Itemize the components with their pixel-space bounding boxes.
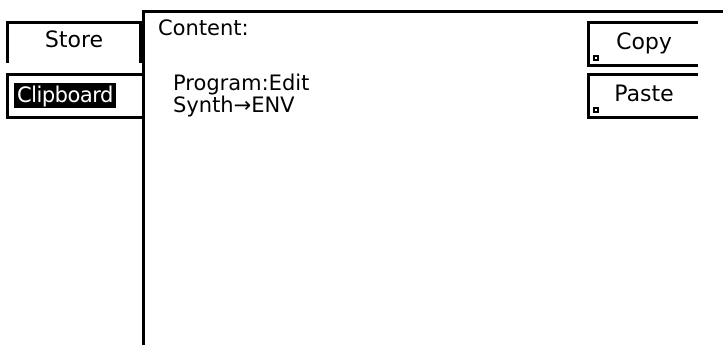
square-marker-icon (593, 55, 599, 61)
tab-store-label: Store (44, 28, 104, 53)
tab-clipboard-label: Clipboard (14, 83, 116, 108)
content-line-program: Program:Edit (173, 71, 310, 95)
copy-button-label: Copy (616, 30, 672, 55)
copy-button[interactable]: Copy (587, 21, 698, 67)
content-line-synth: Synth→ENV (173, 93, 295, 117)
square-marker-icon (593, 107, 599, 113)
paste-button[interactable]: Paste (587, 73, 698, 119)
tab-clipboard[interactable]: Clipboard (6, 73, 145, 119)
content-heading: Content: (158, 16, 249, 40)
tab-store[interactable]: Store (6, 21, 142, 63)
paste-button-label: Paste (614, 82, 674, 107)
